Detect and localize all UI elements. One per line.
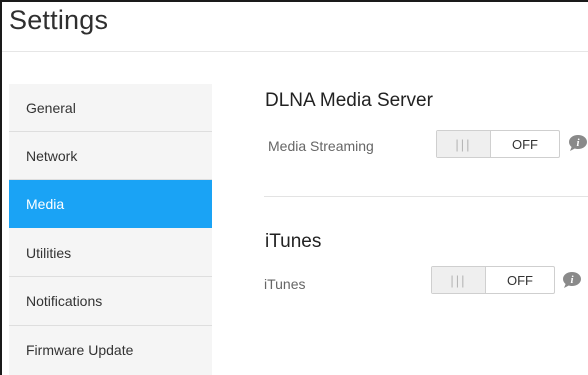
sidebar-item-media[interactable]: Media	[9, 180, 212, 228]
toggle-grip: |||	[437, 131, 491, 157]
sidebar-item-firmware-update[interactable]: Firmware Update	[9, 326, 212, 373]
settings-sidebar: General Network Media Utilities Notifica…	[9, 84, 212, 375]
sidebar-item-network[interactable]: Network	[9, 132, 212, 179]
toggle-state-label: OFF	[512, 136, 538, 152]
info-icon[interactable]: i	[568, 134, 588, 152]
sidebar-item-notifications[interactable]: Notifications	[9, 277, 212, 324]
title-divider	[2, 51, 588, 52]
window-border-top	[0, 0, 588, 2]
window-border-left	[0, 0, 2, 375]
sidebar-item-utilities[interactable]: Utilities	[9, 229, 212, 276]
sidebar-item-general[interactable]: General	[9, 84, 212, 131]
media-streaming-toggle[interactable]: ||| OFF	[436, 130, 560, 158]
toggle-state-label: OFF	[507, 272, 533, 288]
media-streaming-label: Media Streaming	[268, 138, 374, 154]
toggle-grip: |||	[432, 267, 486, 293]
itunes-label: iTunes	[264, 276, 306, 292]
dlna-section-title: DLNA Media Server	[265, 90, 433, 111]
itunes-toggle[interactable]: ||| OFF	[431, 266, 555, 294]
page-title: Settings	[9, 5, 109, 35]
section-divider	[264, 196, 588, 197]
itunes-section-title: iTunes	[265, 231, 322, 252]
info-icon[interactable]: i	[562, 271, 582, 289]
